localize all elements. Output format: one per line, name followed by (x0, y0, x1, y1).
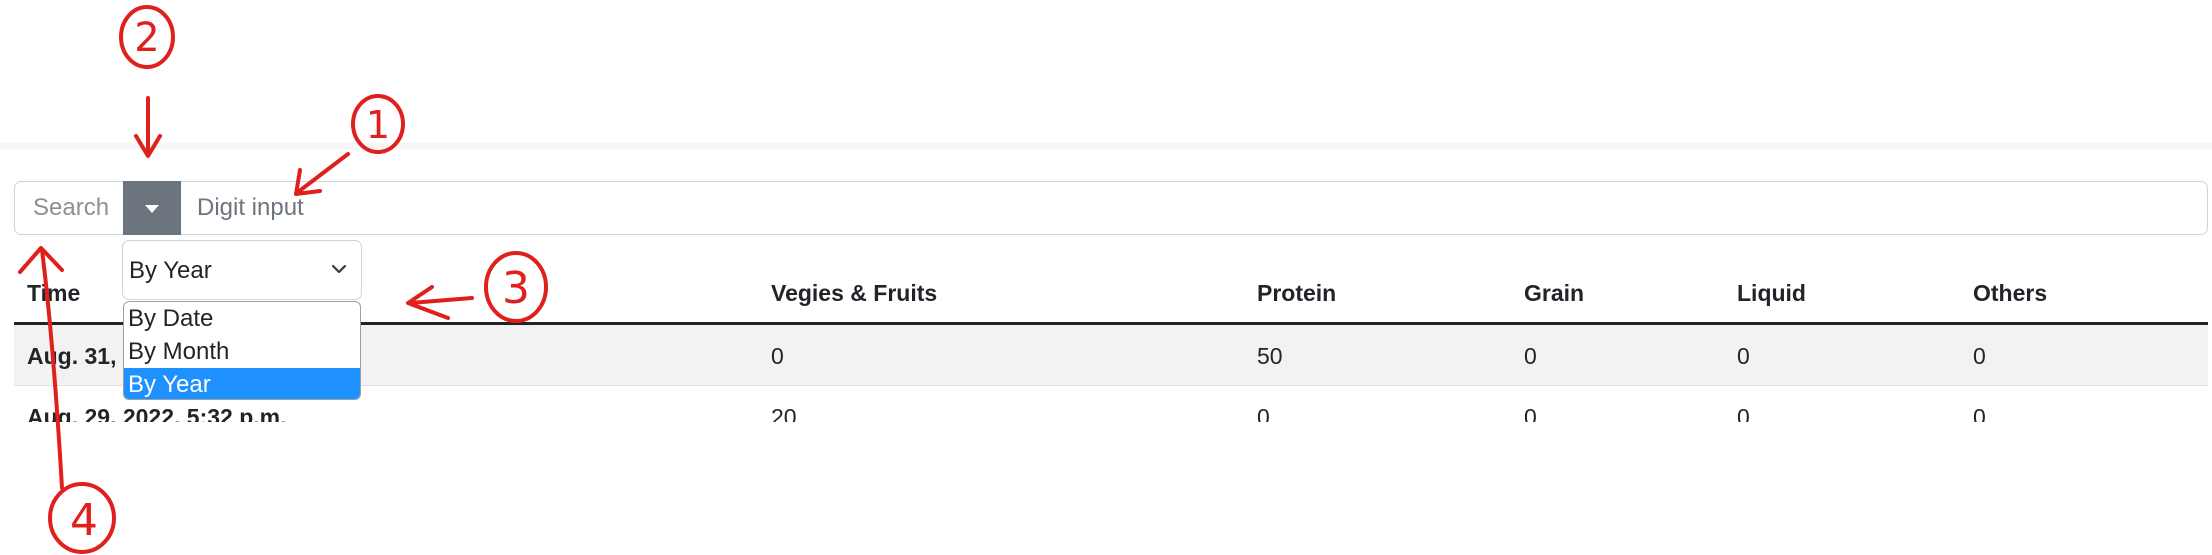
section-divider (0, 143, 2212, 149)
search-input[interactable]: Search (15, 182, 123, 234)
option-by-month[interactable]: By Month (124, 335, 360, 368)
annotation-mark-4: 4 (48, 482, 116, 554)
cell-vegies-fruits: 20 (771, 404, 797, 422)
caret-down-icon (145, 205, 159, 213)
column-header-protein: Protein (1257, 280, 1337, 306)
cell-liquid: 0 (1737, 343, 1750, 369)
annotation-label-4: 4 (70, 495, 98, 546)
option-by-year[interactable]: By Year (124, 368, 360, 399)
column-header-vegies-fruits: Vegies & Fruits (771, 280, 938, 306)
digit-input[interactable]: Digit input (181, 182, 2201, 234)
option-by-date[interactable]: By Date (124, 302, 360, 335)
cell-protein: 0 (1257, 404, 1270, 422)
cell-grain: 0 (1524, 343, 1537, 369)
filter-toggle-button[interactable] (123, 181, 181, 235)
filter-mode-dropdown: By Date By Month By Year (123, 301, 361, 400)
column-header-grain: Grain (1524, 280, 1585, 306)
column-header-liquid: Liquid (1737, 280, 1806, 306)
cell-time: Aug. 31, (27, 343, 117, 369)
cell-vegies-fruits: 0 (771, 343, 784, 369)
select-value: By Year (129, 257, 212, 284)
search-input-group: Search Digit input (14, 181, 2208, 235)
cell-grain: 0 (1524, 404, 1537, 422)
filter-mode-select[interactable]: By Year (122, 240, 362, 300)
cell-others: 0 (1973, 404, 1986, 422)
cell-liquid: 0 (1737, 404, 1750, 422)
column-header-others: Others (1973, 280, 2048, 306)
cell-protein: 50 (1257, 343, 1283, 369)
cell-others: 0 (1973, 343, 1986, 369)
top-area (0, 0, 2212, 143)
column-header-time: Time (27, 280, 81, 306)
chevron-down-icon (331, 264, 347, 274)
